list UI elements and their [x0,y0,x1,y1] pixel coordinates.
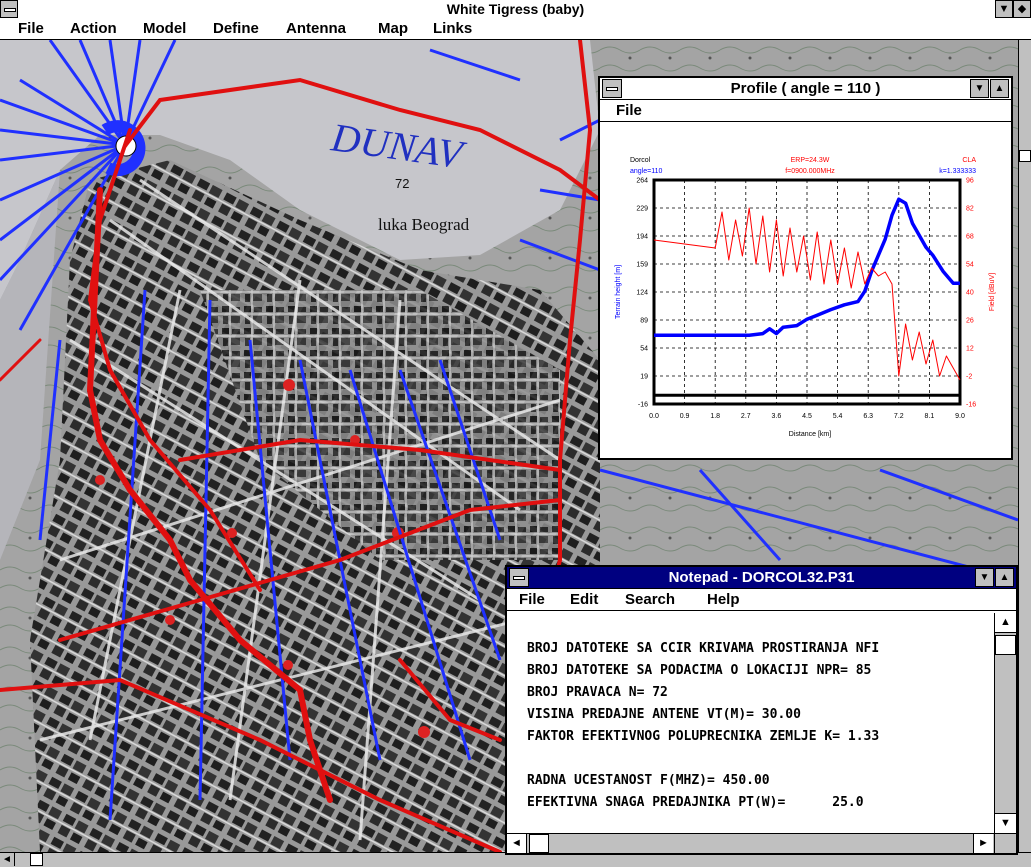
y-left-axis-label: Terrain height [m] [615,265,622,319]
menu-define[interactable]: Define [213,20,259,37]
x-tick-label: 6.3 [863,413,873,420]
x-tick-label: 4.5 [802,413,812,420]
notepad-menu-search[interactable]: Search [625,591,675,608]
profile-menu-file[interactable]: File [616,102,642,119]
x-tick-label: 5.4 [833,413,843,420]
header-left-2: angle=110 [630,168,662,175]
y-right-tick-label: 12 [966,346,974,353]
y-right-tick-label: 68 [966,234,974,241]
y-left-tick-label: 124 [636,290,648,297]
y-right-tick-label: -16 [966,402,976,409]
y-right-tick-label: -2 [966,374,972,381]
y-right-tick-label: 96 [966,178,974,185]
notepad-menu-help[interactable]: Help [707,591,740,608]
profile-title: Profile ( angle = 110 ) [730,80,881,97]
maximize-icon[interactable]: ▲ [995,568,1014,587]
header-center-1: ERP=24.3W [791,157,830,164]
profile-menu-bar: File [600,100,1011,122]
notepad-title: Notepad - DORCOL32.P31 [668,569,855,586]
x-tick-label: 1.8 [710,413,720,420]
y-right-ticks: -16 -2 12 26 40 54 68 82 96 [966,178,976,409]
y-left-tick-label: 54 [640,346,648,353]
y-left-tick-label: 264 [636,178,648,185]
profile-window[interactable]: Profile ( angle = 110 ) ▼ ▲ File Dorcol … [598,76,1013,460]
notepad-line-2: BROJ DATOTEKE SA PODACIMA O LOKACIJI NPR… [527,663,872,678]
menu-action[interactable]: Action [70,20,117,37]
profile-chart: Dorcol angle=110 ERP=24.3W f=0900.000MHz… [615,157,996,438]
left-arrow-icon[interactable]: ◄ [507,834,527,853]
left-arrow-icon[interactable]: ◄ [0,853,15,866]
header-center-2: f=0900.000MHz [785,168,835,175]
map-scroll-thumb[interactable] [1019,150,1031,162]
notepad-vertical-scrollbar[interactable]: ▲ ▼ [994,613,1016,833]
scrollbar-corner [994,833,1016,853]
y-right-tick-label: 54 [966,262,974,269]
header-right-1: CLA [962,157,976,164]
map-label-port: luka Beograd [378,215,470,234]
notepad-title-bar[interactable]: Notepad - DORCOL32.P31 ▼ ▲ [507,567,1016,589]
y-right-tick-label: 82 [966,206,974,213]
map-label-elevation: 72 [395,176,409,191]
y-left-tick-label: -16 [638,402,648,409]
menu-file[interactable]: File [18,20,44,37]
y-left-ticks: -16 19 54 89 124 159 194 229 264 [636,178,648,409]
x-tick-label: 7.2 [894,413,904,420]
menu-antenna[interactable]: Antenna [286,20,346,37]
map-vertical-scrollbar[interactable] [1018,40,1031,852]
notepad-menu-bar: File Edit Search Help [507,589,1016,611]
header-right-2: k=1.333333 [939,168,976,175]
y-left-tick-label: 159 [636,262,648,269]
x-tick-label: 9.0 [955,413,965,420]
minimize-icon[interactable]: ▼ [995,0,1013,18]
menu-bar: File Action Model Define Antenna Map Lin… [0,19,1031,40]
x-axis-label: Distance [km] [789,431,831,438]
y-right-tick-label: 26 [966,318,974,325]
notepad-line-1: BROJ DATOTEKE SA CCIR KRIVAMA PROSTIRANJ… [527,641,880,656]
y-right-axis-label: Field [dBuV] [989,273,996,311]
menu-map[interactable]: Map [378,20,408,37]
header-left-1: Dorcol [630,157,651,164]
profile-title-bar[interactable]: Profile ( angle = 110 ) ▼ ▲ [600,78,1011,100]
minimize-icon[interactable]: ▼ [975,568,994,587]
notepad-line-4: VISINA PREDAJNE ANTENE VT(M)= 30.00 [527,707,801,722]
minimize-icon[interactable]: ▼ [970,79,989,98]
notepad-line-7: RADNA UCESTANOST F(MHZ)= 450.00 [527,773,770,788]
y-left-tick-label: 194 [636,234,648,241]
notepad-text-area[interactable]: BROJ DATOTEKE SA CCIR KRIVAMA PROSTIRANJ… [507,613,994,833]
x-tick-label: 8.1 [925,413,935,420]
x-ticks: 0.0 0.9 1.8 2.7 3.6 4.5 5.4 6.3 7.2 8.1 9.0 [649,413,965,420]
menu-links[interactable]: Links [433,20,472,37]
right-arrow-icon[interactable]: ► [973,834,993,853]
y-left-tick-label: 89 [640,318,648,325]
restore-icon[interactable]: ◆ [1013,0,1031,18]
down-arrow-icon[interactable]: ▼ [995,813,1016,833]
chart-header: Dorcol angle=110 ERP=24.3W f=0900.000MHz… [630,157,976,175]
x-tick-label: 0.9 [680,413,690,420]
x-tick-label: 2.7 [741,413,751,420]
up-arrow-icon[interactable]: ▲ [995,613,1016,633]
x-tick-label: 3.6 [772,413,782,420]
notepad-horizontal-scrollbar[interactable]: ◄ ► [507,833,994,853]
notepad-line-5: FAKTOR EFEKTIVNOG POLUPRECNIKA ZEMLJE K=… [527,729,880,744]
y-left-tick-label: 229 [636,206,648,213]
y-right-tick-label: 40 [966,290,974,297]
notepad-menu-edit[interactable]: Edit [570,591,598,608]
y-left-tick-label: 19 [640,374,648,381]
notepad-line-8: EFEKTIVNA SNAGA PREDAJNIKA PT(W)= 25.0 [527,795,864,810]
app-title-bar: White Tigress (baby) ▼ ◆ [0,0,1031,20]
notepad-line-3: BROJ PRAVACA N= 72 [527,685,668,700]
maximize-icon[interactable]: ▲ [990,79,1009,98]
notepad-vscroll-thumb[interactable] [995,635,1016,655]
x-tick-label: 0.0 [649,413,659,420]
menu-model[interactable]: Model [143,20,186,37]
notepad-hscroll-thumb[interactable] [529,834,549,853]
app-title: White Tigress (baby) [446,1,585,17]
notepad-menu-file[interactable]: File [519,591,545,608]
map-hscroll-thumb[interactable] [30,853,43,866]
notepad-window[interactable]: Notepad - DORCOL32.P31 ▼ ▲ File Edit Sea… [505,565,1018,855]
